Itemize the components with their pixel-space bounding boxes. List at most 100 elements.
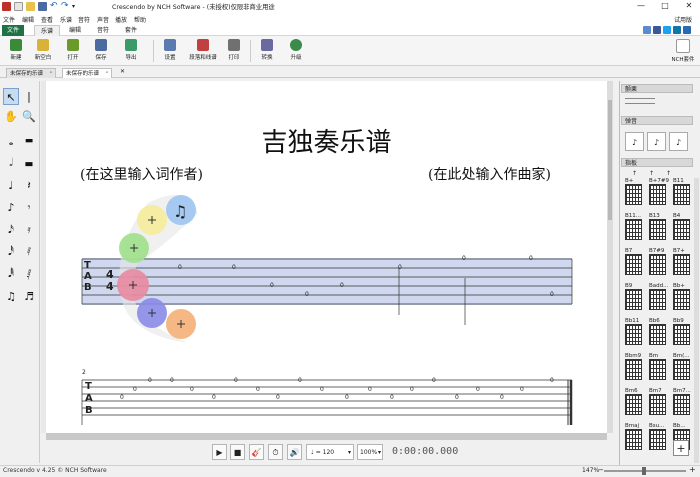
hand-tool-icon[interactable]: ✋ bbox=[3, 108, 19, 125]
convert-button[interactable]: 转换 bbox=[255, 39, 279, 65]
menu-view[interactable]: 查看 bbox=[41, 15, 53, 24]
chord-diagram[interactable]: Bmaj bbox=[625, 423, 642, 450]
menu-notes[interactable]: 音符 bbox=[78, 15, 90, 24]
chord-diagram[interactable]: Bb+ bbox=[673, 283, 690, 310]
eighth-note-icon[interactable]: ♪ bbox=[3, 199, 19, 216]
chord-diagram[interactable]: B4 bbox=[673, 213, 690, 240]
facebook-icon[interactable] bbox=[653, 26, 661, 34]
settings-button[interactable]: 设置 bbox=[158, 39, 182, 65]
new-file-quick-icon[interactable] bbox=[14, 2, 23, 11]
minimize-button[interactable]: — bbox=[634, 1, 648, 11]
tie-notes-icon[interactable]: ♬ bbox=[21, 288, 37, 305]
fret-number[interactable]: 0 bbox=[432, 377, 436, 384]
nch-suite-button[interactable]: NCH套件 bbox=[668, 39, 698, 65]
chord-diagram[interactable]: B7+ bbox=[673, 248, 690, 275]
fret-number[interactable]: 0 bbox=[476, 386, 480, 393]
zoom-slider-thumb[interactable] bbox=[642, 467, 646, 475]
upgrade-button[interactable]: 升级 bbox=[284, 39, 308, 65]
chord-diagram[interactable]: Bb9 bbox=[673, 318, 690, 345]
chord-diagram[interactable]: B13 bbox=[649, 213, 666, 240]
tab-file[interactable]: 文件 bbox=[2, 25, 24, 36]
volume-icon[interactable]: 🔊 bbox=[287, 444, 302, 460]
chord-diagram[interactable]: B11... bbox=[625, 213, 642, 240]
right-panel-scrollbar[interactable] bbox=[694, 178, 699, 463]
eighth-rest-icon[interactable]: 𝄾 bbox=[21, 199, 37, 216]
strum-button[interactable]: ♪ bbox=[625, 132, 644, 151]
chord-diagram[interactable]: B9 bbox=[625, 283, 642, 310]
chord-diagram[interactable]: Bb6 bbox=[649, 318, 666, 345]
horizontal-scrollbar[interactable] bbox=[46, 433, 607, 440]
menu-file[interactable]: 文件 bbox=[3, 15, 15, 24]
fret-number[interactable]: 0 bbox=[500, 394, 504, 401]
panel-header-top[interactable]: 颤栗 bbox=[621, 84, 693, 93]
fret-number[interactable]: 0 bbox=[232, 264, 236, 271]
panel-header-chords[interactable]: 指板 bbox=[621, 158, 693, 167]
fret-number[interactable]: 0 bbox=[148, 377, 152, 384]
chevron-down-icon[interactable]: ▾ bbox=[348, 445, 351, 461]
chord-diagram[interactable]: Bm bbox=[649, 353, 666, 380]
barline-tool-icon[interactable]: | bbox=[21, 88, 37, 105]
chord-diagram[interactable]: Bsu... bbox=[649, 423, 666, 450]
open-folder-quick-icon[interactable] bbox=[26, 2, 35, 11]
menu-edit[interactable]: 编辑 bbox=[22, 15, 34, 24]
vertical-scroll-thumb[interactable] bbox=[608, 100, 612, 220]
close-icon[interactable]: ˣ bbox=[50, 71, 52, 77]
fret-number[interactable]: 0 bbox=[340, 282, 344, 289]
whole-note-icon[interactable]: 𝅝 bbox=[3, 133, 19, 150]
strum-button[interactable]: ♪ bbox=[669, 132, 688, 151]
fret-number[interactable]: 0 bbox=[256, 386, 260, 393]
chord-diagram-list[interactable]: B+ B+7#9 B11 B11... B13 B4 B7 B7#9 B7+ B… bbox=[625, 178, 693, 463]
document-tab-close-all-icon[interactable]: ✕ bbox=[120, 68, 125, 75]
tab-suite[interactable]: 套件 bbox=[120, 25, 142, 36]
menu-play[interactable]: 播放 bbox=[115, 15, 127, 24]
chord-diagram[interactable]: Bm(... bbox=[673, 353, 690, 380]
menu-sound[interactable]: 声音 bbox=[97, 15, 109, 24]
quarter-note-icon[interactable]: ♩ bbox=[3, 177, 19, 194]
sixtyfourth-rest-icon[interactable]: 𝅁 bbox=[21, 265, 37, 282]
document-tab[interactable]: 未保存的乐谱 ˣ bbox=[6, 68, 57, 78]
chord-diagram[interactable]: Badd... bbox=[649, 283, 668, 310]
fret-number[interactable]: 0 bbox=[398, 264, 402, 271]
menu-help[interactable]: 帮助 bbox=[134, 15, 146, 24]
playback-speed-field[interactable]: 100% ▾ bbox=[357, 444, 383, 460]
document-tab-active[interactable]: 未保存的乐谱 ˣ bbox=[62, 68, 113, 78]
note-entry-wheel[interactable]: ♫ bbox=[108, 183, 204, 353]
thirtysecond-rest-icon[interactable]: 𝅀 bbox=[21, 243, 37, 260]
metronome-icon[interactable]: ⏱ bbox=[268, 444, 283, 460]
fret-number[interactable]: 0 bbox=[276, 394, 280, 401]
help-icon[interactable] bbox=[683, 26, 691, 34]
sixteenth-note-icon[interactable]: 𝅘𝅥𝅯 bbox=[3, 221, 19, 238]
fret-number[interactable]: 0 bbox=[133, 386, 137, 393]
fret-number[interactable]: 0 bbox=[455, 394, 459, 401]
new-blank-button[interactable]: 新空白 bbox=[31, 39, 55, 65]
stop-button[interactable]: ■ bbox=[230, 444, 245, 460]
fret-number[interactable]: 0 bbox=[234, 377, 238, 384]
fret-number[interactable]: 0 bbox=[212, 394, 216, 401]
chevron-down-icon[interactable]: ▾ bbox=[72, 2, 81, 11]
zoom-in-icon[interactable]: + bbox=[689, 465, 696, 474]
staves-button[interactable]: 段落和线谱 bbox=[188, 39, 218, 65]
chord-diagram[interactable]: Bm7... bbox=[673, 388, 691, 415]
fret-number[interactable]: 0 bbox=[368, 386, 372, 393]
fret-number[interactable]: 0 bbox=[305, 291, 309, 298]
add-chord-button[interactable]: + bbox=[673, 440, 689, 456]
tab-score[interactable]: 乐谱 bbox=[34, 25, 60, 36]
fret-number[interactable]: 0 bbox=[320, 386, 324, 393]
fret-number[interactable]: 0 bbox=[520, 386, 524, 393]
export-button[interactable]: 导出 bbox=[119, 39, 143, 65]
tab-edit[interactable]: 编辑 bbox=[64, 25, 86, 36]
thirtysecond-note-icon[interactable]: 𝅘𝅥𝅰 bbox=[3, 243, 19, 260]
chord-diagram[interactable]: B11 bbox=[673, 178, 690, 205]
tempo-field[interactable]: ♩ = 120 ▾ bbox=[306, 444, 354, 460]
close-icon[interactable]: ˣ bbox=[106, 71, 108, 77]
open-button[interactable]: 打开 bbox=[61, 39, 85, 65]
quarter-rest-icon[interactable]: 𝄽 bbox=[21, 177, 37, 194]
close-button[interactable]: ✕ bbox=[682, 1, 696, 11]
half-rest-icon[interactable]: ▃ bbox=[21, 154, 37, 171]
beamed-notes-icon[interactable]: ♫ bbox=[3, 288, 19, 305]
chord-diagram[interactable]: B7 bbox=[625, 248, 642, 275]
new-button[interactable]: 新建 bbox=[4, 39, 28, 65]
fret-number[interactable]: 0 bbox=[190, 386, 194, 393]
zoom-out-icon[interactable]: − bbox=[598, 466, 604, 474]
chord-list-arrows[interactable]: ↑↑↑ bbox=[632, 170, 683, 177]
